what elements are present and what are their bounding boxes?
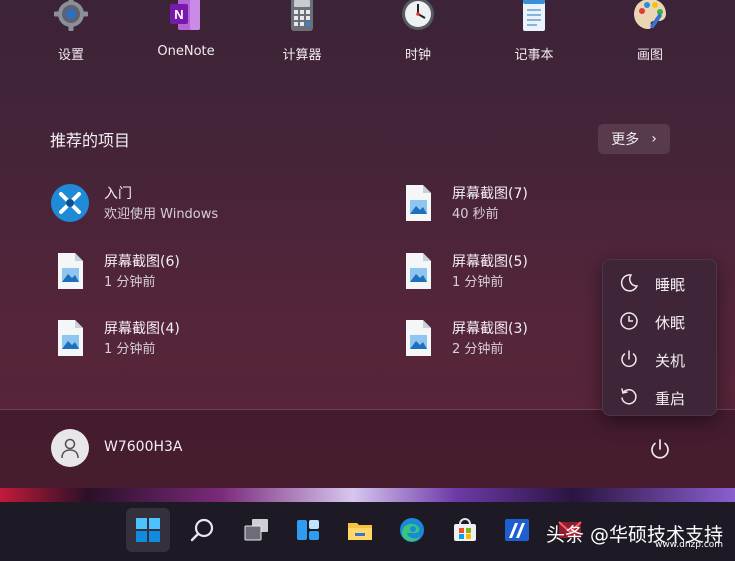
avatar[interactable]: [51, 429, 89, 467]
pinned-app-label: 计算器: [282, 48, 322, 63]
recommended-item-subtitle: 欢迎使用 Windows: [104, 207, 219, 222]
recommended-item-subtitle: 40 秒前: [452, 207, 499, 222]
taskbar-widgets-button[interactable]: [286, 508, 330, 552]
store-icon: [454, 518, 476, 541]
recommended-item-subtitle: 2 分钟前: [452, 342, 504, 357]
pinned-app-clock[interactable]: 时钟: [373, 0, 463, 70]
taskbar-search-button[interactable]: [180, 508, 224, 552]
power-icon: [621, 350, 637, 368]
recommended-item-subtitle: 1 分钟前: [104, 342, 156, 357]
recommended-item-name: 入门: [104, 186, 132, 202]
notepad-icon: [523, 0, 545, 31]
pinned-apps: 设置 N OneNote 计算器 时钟 记事本 画图: [0, 0, 735, 70]
pinned-app-notepad[interactable]: 记事本: [489, 0, 579, 70]
power-menu-label: 休眠: [655, 314, 686, 332]
pinned-app-label: 画图: [636, 48, 663, 63]
recommended-item-subtitle: 1 分钟前: [452, 275, 504, 290]
recommended-item-name: 屏幕截图(3): [452, 321, 528, 337]
image-file-icon: [58, 320, 83, 356]
pinned-app-paint[interactable]: 画图: [605, 0, 695, 70]
taskbar-file-explorer-button[interactable]: [338, 508, 382, 552]
more-button[interactable]: 更多 ›: [598, 124, 670, 154]
power-menu-hibernate[interactable]: 休眠: [609, 304, 712, 338]
file-explorer-icon: [348, 523, 372, 540]
desktop-wallpaper: [0, 488, 735, 502]
recommended-item-screenshot-4[interactable]: 屏幕截图(4) 1 分钟前: [50, 318, 350, 370]
power-menu-label: 睡眠: [655, 276, 686, 294]
gear-icon: [54, 0, 88, 31]
taskbar-start-button[interactable]: [126, 508, 170, 552]
image-file-icon: [406, 185, 431, 221]
power-menu-shutdown[interactable]: 关机: [609, 342, 712, 376]
recommended-item-get-started[interactable]: 入门 欢迎使用 Windows: [50, 183, 350, 235]
user-name[interactable]: W7600H3A: [104, 439, 182, 455]
recommended-title: 推荐的项目: [50, 131, 131, 150]
recommended-item-name: 屏幕截图(4): [104, 321, 180, 337]
paint-icon: [634, 0, 666, 29]
widgets-icon: [297, 520, 319, 540]
pinned-app-onenote[interactable]: N OneNote: [141, 0, 231, 70]
taskbar-task-view-button[interactable]: [234, 508, 278, 552]
pinned-app-label: OneNote: [157, 44, 215, 59]
recommended-item-name: 屏幕截图(6): [104, 254, 180, 270]
power-menu-label: 重启: [655, 390, 686, 408]
image-file-icon: [406, 253, 431, 289]
calculator-icon: [291, 0, 313, 31]
taskbar-app-button[interactable]: [495, 508, 539, 552]
search-icon: [190, 518, 214, 542]
edge-icon: [400, 518, 424, 542]
taskbar-edge-button[interactable]: [390, 508, 434, 552]
pinned-app-settings[interactable]: 设置: [26, 0, 116, 70]
moon-icon: [620, 274, 639, 292]
user-icon: [61, 438, 79, 459]
start-footer: W7600H3A: [0, 410, 735, 488]
power-menu-label: 关机: [655, 352, 686, 370]
recommended-item-screenshot-6[interactable]: 屏幕截图(6) 1 分钟前: [50, 251, 350, 303]
recommended-item-name: 屏幕截图(5): [452, 254, 528, 270]
start-menu: 设置 N OneNote 计算器 时钟 记事本 画图 推荐的项目 更多 › 入门…: [0, 0, 735, 488]
recommended-item-name: 屏幕截图(7): [452, 186, 528, 202]
more-label: 更多: [611, 132, 640, 148]
get-started-icon: [51, 184, 89, 222]
restart-icon: [621, 388, 637, 405]
app-icon: [505, 519, 529, 541]
clock-outline-icon: [620, 312, 638, 330]
power-menu: 睡眠 休眠 关机 重启: [602, 259, 717, 416]
pinned-app-calculator[interactable]: 计算器: [257, 0, 347, 70]
clock-icon: [402, 0, 434, 30]
recommended-item-screenshot-7[interactable]: 屏幕截图(7) 40 秒前: [398, 183, 698, 235]
svg-text:N: N: [174, 7, 183, 22]
taskbar-store-button[interactable]: [443, 508, 487, 552]
chevron-right-icon: ›: [651, 131, 657, 147]
recommended-item-subtitle: 1 分钟前: [104, 275, 156, 290]
onenote-icon: N: [170, 0, 200, 30]
watermark-url: www.dnzp.com: [655, 540, 724, 550]
power-menu-sleep[interactable]: 睡眠: [609, 266, 712, 300]
pinned-app-label: 设置: [57, 48, 84, 63]
power-icon[interactable]: [648, 437, 672, 461]
windows-start-icon: [136, 518, 160, 542]
image-file-icon: [58, 253, 83, 289]
task-view-icon: [244, 519, 268, 541]
power-menu-restart[interactable]: 重启: [609, 380, 712, 414]
image-file-icon: [406, 320, 431, 356]
pinned-app-label: 记事本: [514, 48, 554, 63]
recommended-item-screenshot-3[interactable]: 屏幕截图(3) 2 分钟前: [398, 318, 598, 370]
pinned-app-label: 时钟: [404, 48, 431, 63]
